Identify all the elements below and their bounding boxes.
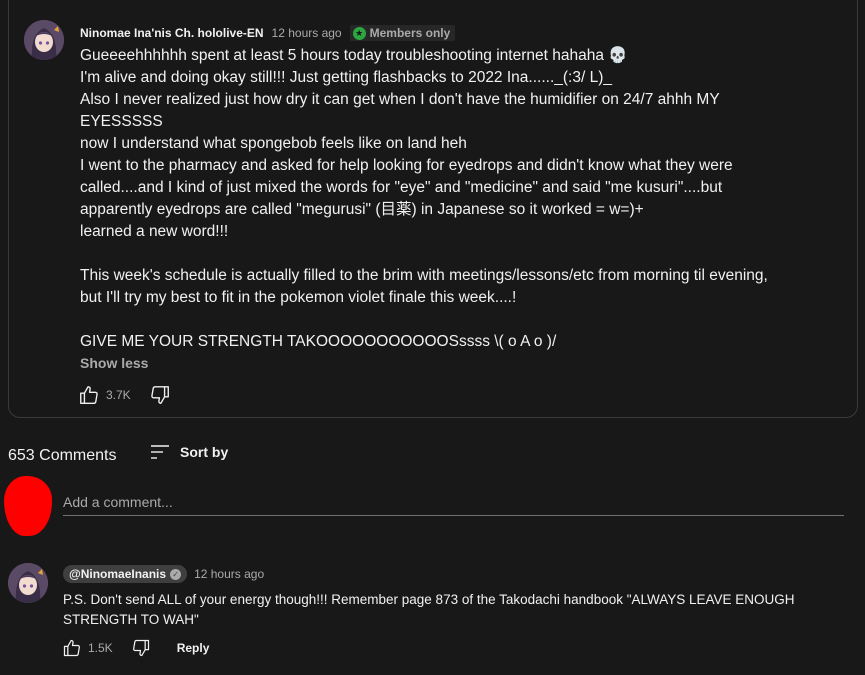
post-header: Ninomae Ina'nis Ch. hololive-EN 12 hours… bbox=[80, 24, 456, 42]
sort-icon bbox=[151, 445, 169, 459]
members-badge-label: Members only bbox=[369, 26, 451, 40]
comment-author-chip[interactable]: @NinomaeInanis ✓ bbox=[63, 565, 188, 583]
comment-author-name: @NinomaeInanis bbox=[69, 567, 167, 581]
channel-avatar[interactable] bbox=[24, 20, 64, 60]
comment-line: STRENGTH TO WAH" bbox=[63, 612, 199, 627]
comment-like-count: 1.5K bbox=[88, 641, 113, 655]
post-line: learned a new word!!! bbox=[80, 223, 229, 240]
post-body: Gueeeehhhhhh spent at least 5 hours toda… bbox=[80, 45, 820, 353]
post-line: Also I never realized just how dry it ca… bbox=[80, 91, 720, 108]
post-like-count: 3.7K bbox=[106, 388, 131, 402]
post-line: called....and I kind of just mixed the w… bbox=[80, 179, 723, 196]
post-line: This week's schedule is actually filled … bbox=[80, 267, 768, 284]
add-comment-input[interactable]: Add a comment... bbox=[63, 488, 844, 516]
post-line: apparently eyedrops are called "megurusi… bbox=[80, 201, 644, 218]
post-line: but I'll try my best to fit in the pokem… bbox=[80, 289, 517, 306]
post-line: now I understand what spongebob feels li… bbox=[80, 135, 467, 152]
post-line: GIVE ME YOUR STRENGTH TAKOOOOOOOOOOOSsss… bbox=[80, 333, 557, 350]
post-line: EYESSSSS bbox=[80, 113, 163, 130]
comments-count: 653 Comments bbox=[8, 447, 117, 464]
channel-name[interactable]: Ninomae Ina'nis Ch. hololive-EN bbox=[80, 26, 264, 40]
post-timestamp[interactable]: 12 hours ago bbox=[272, 26, 342, 40]
comment-line: P.S. Don't send ALL of your energy thoug… bbox=[63, 592, 795, 607]
comment-text: P.S. Don't send ALL of your energy thoug… bbox=[63, 590, 823, 630]
comment-header: @NinomaeInanis ✓ 12 hours ago bbox=[63, 565, 264, 583]
post-line bbox=[80, 243, 820, 265]
comment-author-avatar[interactable] bbox=[8, 563, 48, 603]
redacted-user-avatar bbox=[4, 476, 52, 536]
post-line: I went to the pharmacy and asked for hel… bbox=[80, 157, 733, 174]
post-action-row: 3.7K bbox=[78, 384, 171, 406]
post-line bbox=[80, 309, 820, 331]
members-star-icon: ★ bbox=[352, 26, 366, 40]
reply-button[interactable]: Reply bbox=[177, 641, 210, 655]
thumbs-up-icon[interactable] bbox=[78, 384, 100, 406]
verified-check-icon: ✓ bbox=[170, 568, 182, 580]
comment-action-row: 1.5K Reply bbox=[62, 638, 209, 658]
members-only-badge: ★ Members only bbox=[349, 25, 456, 41]
post-line: Gueeeehhhhhh spent at least 5 hours toda… bbox=[80, 47, 628, 64]
sort-by-label: Sort by bbox=[180, 444, 229, 460]
post-line: I'm alive and doing okay still!!! Just g… bbox=[80, 69, 612, 86]
comment-timestamp[interactable]: 12 hours ago bbox=[194, 567, 264, 581]
sort-by-button[interactable]: Sort by bbox=[150, 444, 228, 460]
show-less-button[interactable]: Show less bbox=[80, 355, 148, 371]
thumbs-up-icon[interactable] bbox=[62, 638, 82, 658]
thumbs-down-icon[interactable] bbox=[149, 384, 171, 406]
thumbs-down-icon[interactable] bbox=[131, 638, 151, 658]
